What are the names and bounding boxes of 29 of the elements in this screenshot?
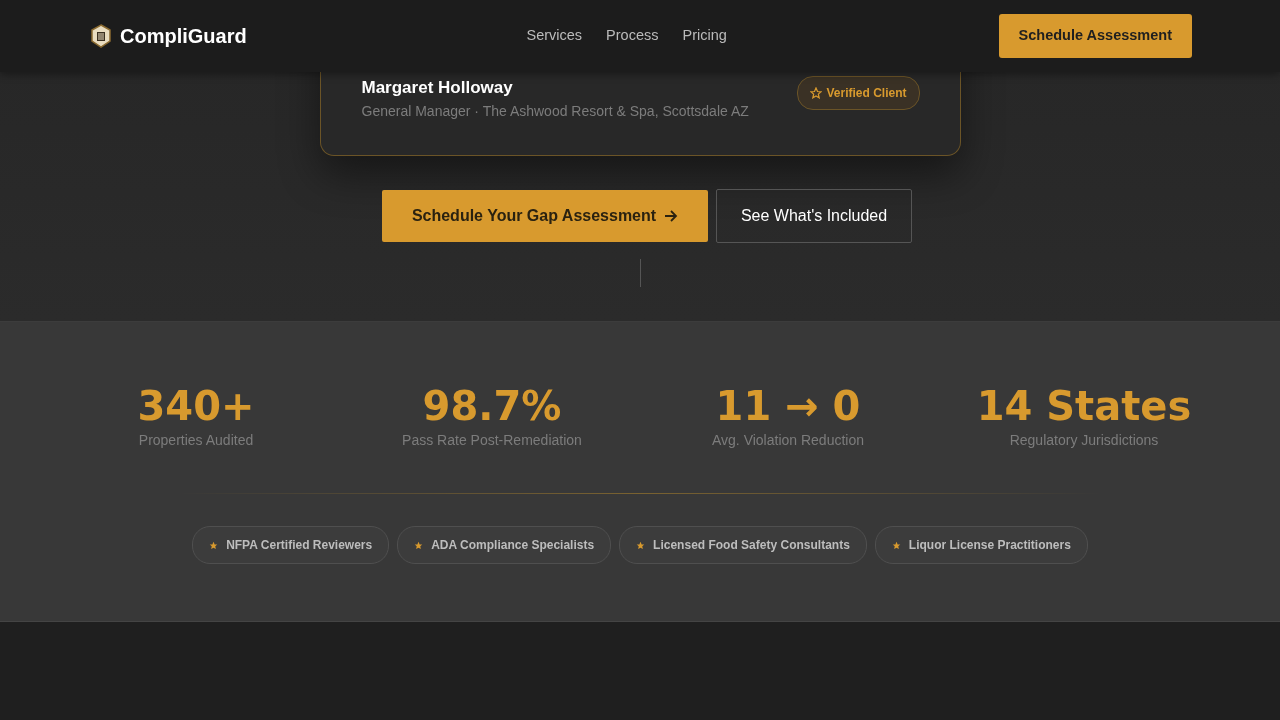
brand-name[interactable]: CompliGuard (120, 21, 247, 51)
nav-link-item[interactable]: Process (606, 25, 659, 47)
stat-label: Properties Audited (137, 431, 255, 450)
verified-badge: Verified Client (797, 76, 920, 110)
star-icon (209, 540, 219, 550)
gap-assessment-button[interactable]: Schedule Your Gap Assessment (382, 190, 708, 242)
shield-logo-icon (90, 24, 112, 48)
star-icon (891, 540, 901, 550)
star-icon (810, 87, 823, 99)
stat-label: Avg. Violation Reduction (711, 431, 865, 450)
stat-value: 11 → 0 (714, 382, 862, 430)
stat-label: Regulatory Jurisdictions (1008, 431, 1160, 450)
stat-value: 14 States (975, 382, 1193, 430)
star-icon (636, 540, 646, 550)
nav-link-item[interactable]: Services (526, 25, 583, 47)
stat-value: 340+ (136, 382, 256, 430)
client-role: General Manager · The Ashwood Resort & Spa, Scottsdale AZ (361, 102, 749, 121)
whats-included-button[interactable]: See What's Included (716, 189, 912, 243)
arrow-right-icon (664, 209, 679, 223)
credential-pill: ADA Compliance Specialists (397, 526, 612, 564)
stat-label: Pass Rate Post-Remediation (401, 431, 583, 450)
credential-pill: Liquor License Practitioners (874, 526, 1088, 564)
client-name: Margaret Holloway (361, 78, 514, 98)
star-icon (414, 540, 424, 550)
nav-link-item[interactable]: Pricing (682, 25, 727, 47)
schedule-assessment-button[interactable]: Schedule Assessment (998, 14, 1192, 58)
stat-value: 98.7% (421, 382, 563, 430)
credential-pill: NFPA Certified Reviewers (192, 526, 390, 564)
credential-pill: Licensed Food Safety Consultants (619, 526, 867, 564)
